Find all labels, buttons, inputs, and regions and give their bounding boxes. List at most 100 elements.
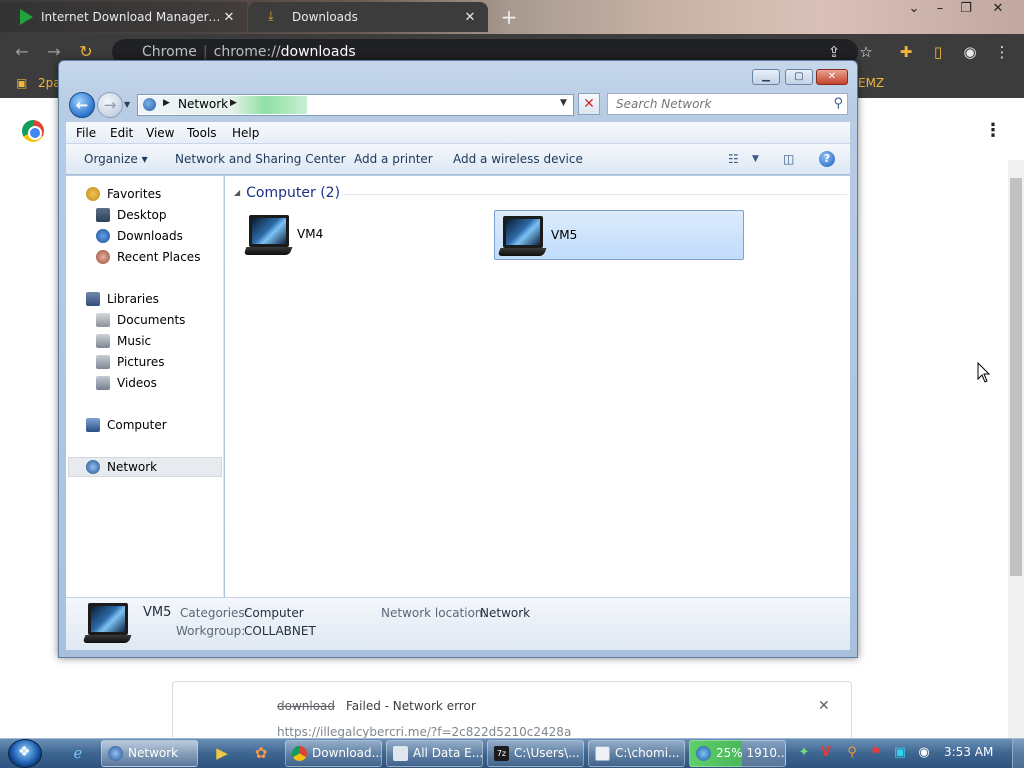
nav-desktop[interactable]: Desktop	[96, 205, 167, 225]
tab-downloads[interactable]: ⤓ Downloads ✕	[248, 2, 488, 32]
nav-libraries[interactable]: Libraries	[86, 289, 159, 309]
scrollbar-thumb[interactable]	[1010, 178, 1022, 576]
search-icon[interactable]: ⚲	[833, 96, 843, 111]
add-wireless-device-button[interactable]: Add a wireless device	[453, 152, 583, 166]
forward-arrow-icon[interactable]: →	[44, 42, 64, 62]
menu-view[interactable]: View	[146, 126, 174, 140]
restore-icon[interactable]: ❐	[952, 0, 980, 18]
close-icon[interactable]: ✕	[462, 10, 478, 25]
separator: |	[202, 44, 208, 60]
close-button[interactable]: ✕	[816, 69, 848, 85]
nav-pictures[interactable]: Pictures	[96, 352, 165, 372]
videos-icon	[96, 376, 110, 390]
extensions-puzzle-icon[interactable]: ✚	[896, 42, 916, 62]
tab-idm[interactable]: Internet Download Manager: The ✕	[0, 2, 247, 32]
forward-button[interactable]: →	[97, 92, 123, 118]
profile-avatar-icon[interactable]: ◉	[960, 42, 980, 62]
bookmark-folder-icon[interactable]: ▣	[16, 76, 27, 90]
taskbar-label: C:\Users\...	[514, 746, 580, 760]
chrome-logo-icon	[22, 120, 44, 142]
new-tab-button[interactable]: +	[498, 6, 520, 28]
network-item-vm4[interactable]: VM4	[241, 210, 491, 260]
collapse-triangle-icon[interactable]: ◢	[234, 188, 240, 197]
libraries-icon	[86, 292, 100, 306]
nav-downloads[interactable]: Downloads	[96, 226, 183, 246]
tray-flag-icon[interactable]: ⚑	[868, 745, 884, 761]
reload-icon[interactable]: ↻	[76, 42, 96, 62]
taskbar-network[interactable]: Network	[101, 740, 198, 767]
taskbar-downloads[interactable]: Download...	[285, 740, 382, 767]
menu-edit[interactable]: Edit	[110, 126, 133, 140]
network-icon	[86, 460, 100, 474]
help-icon[interactable]: ?	[819, 151, 835, 167]
nav-videos[interactable]: Videos	[96, 373, 157, 393]
computer-icon	[86, 418, 100, 432]
close-icon[interactable]: ✕	[818, 698, 830, 714]
app-icon[interactable]: ✿	[249, 741, 273, 765]
network-globe-icon	[143, 98, 156, 111]
tray-network-icon[interactable]: ✦	[796, 745, 812, 761]
nav-label: Music	[117, 334, 152, 348]
nav-recent-places[interactable]: Recent Places	[96, 247, 200, 267]
address-dropdown-icon[interactable]: ▼	[560, 98, 567, 108]
menu-help[interactable]: Help	[232, 126, 259, 140]
taskbar-clock[interactable]: 3:53 AM	[944, 745, 993, 759]
taskbar-idm-progress[interactable]: 25% 1910...	[689, 740, 786, 767]
close-icon[interactable]: ✕	[984, 0, 1012, 18]
close-icon[interactable]: ✕	[221, 10, 237, 25]
back-button[interactable]: ←	[69, 92, 95, 118]
taskbar-all-data[interactable]: All Data E...	[386, 740, 483, 767]
group-header-computer[interactable]: ◢ Computer (2)	[234, 185, 340, 201]
share-icon[interactable]: ⇪	[824, 42, 844, 62]
tray-camera-icon[interactable]: ◉	[916, 745, 932, 761]
nav-label: Documents	[117, 313, 186, 327]
organize-button[interactable]: Organize ▾	[84, 152, 148, 166]
change-view-icon[interactable]: ☷	[728, 152, 739, 166]
download-filename[interactable]: download	[277, 699, 335, 713]
menu-file[interactable]: File	[76, 126, 96, 140]
side-panel-icon[interactable]: ▯	[928, 42, 948, 62]
network-sharing-center-button[interactable]: Network and Sharing Center	[175, 152, 346, 166]
search-box[interactable]: ⚲	[607, 93, 848, 115]
minimize-icon[interactable]: –	[926, 0, 954, 18]
taskbar-folder[interactable]: C:\chomi...	[588, 740, 685, 767]
minimize-button[interactable]: ▁	[752, 69, 780, 85]
tray-search-icon[interactable]: ⚲	[844, 745, 860, 761]
menu-kebab-icon[interactable]: ⋮	[992, 42, 1012, 62]
address-bar[interactable]: ▶ Network ▶	[137, 94, 574, 116]
breadcrumb-network[interactable]: Network	[178, 97, 228, 111]
nav-computer[interactable]: Computer	[86, 415, 167, 435]
back-arrow-icon[interactable]: ←	[12, 42, 32, 62]
nav-music[interactable]: Music	[96, 331, 151, 351]
chevron-down-icon[interactable]: ⌄	[900, 0, 928, 18]
maximize-button[interactable]: ▢	[785, 69, 813, 85]
internet-explorer-icon[interactable]: ℯ	[66, 741, 90, 765]
nav-documents[interactable]: Documents	[96, 310, 185, 330]
more-options-icon[interactable]: ⋮	[984, 122, 1002, 140]
taskbar-7zip[interactable]: 7z C:\Users\...	[487, 740, 584, 767]
idm-globe-icon	[696, 746, 711, 761]
tray-screen-icon[interactable]: ▣	[892, 745, 908, 761]
nav-network[interactable]: Network	[68, 457, 222, 477]
search-input[interactable]	[608, 94, 818, 114]
stop-icon[interactable]: ✕	[578, 93, 600, 115]
taskbar-label: 25% 1910...	[716, 746, 786, 760]
menu-tools[interactable]: Tools	[187, 126, 217, 140]
bookmark-star-icon[interactable]: ☆	[856, 42, 876, 62]
download-status: Failed - Network error	[346, 699, 476, 713]
breadcrumb-arrow-icon[interactable]: ▶	[163, 98, 170, 108]
recent-pages-dropdown-icon[interactable]: ▼	[124, 100, 130, 109]
view-options-dropdown-icon[interactable]: ▼	[752, 154, 759, 164]
breadcrumb-arrow-icon[interactable]: ▶	[230, 98, 237, 108]
nav-favorites[interactable]: Favorites	[86, 184, 161, 204]
network-item-vm5[interactable]: VM5	[494, 210, 744, 260]
add-printer-button[interactable]: Add a printer	[354, 152, 433, 166]
download-url[interactable]: https://illegalcybercri.me/?f=2c822d5210…	[277, 725, 571, 739]
tray-v-icon[interactable]: V	[818, 745, 834, 761]
preview-pane-icon[interactable]: ◫	[783, 152, 794, 166]
show-desktop-button[interactable]	[1012, 739, 1024, 768]
media-player-icon[interactable]: ▶	[210, 741, 234, 765]
bookmark-label[interactable]: EMZ	[858, 76, 884, 90]
nav-label: Libraries	[107, 292, 159, 306]
start-button[interactable]	[8, 739, 42, 768]
